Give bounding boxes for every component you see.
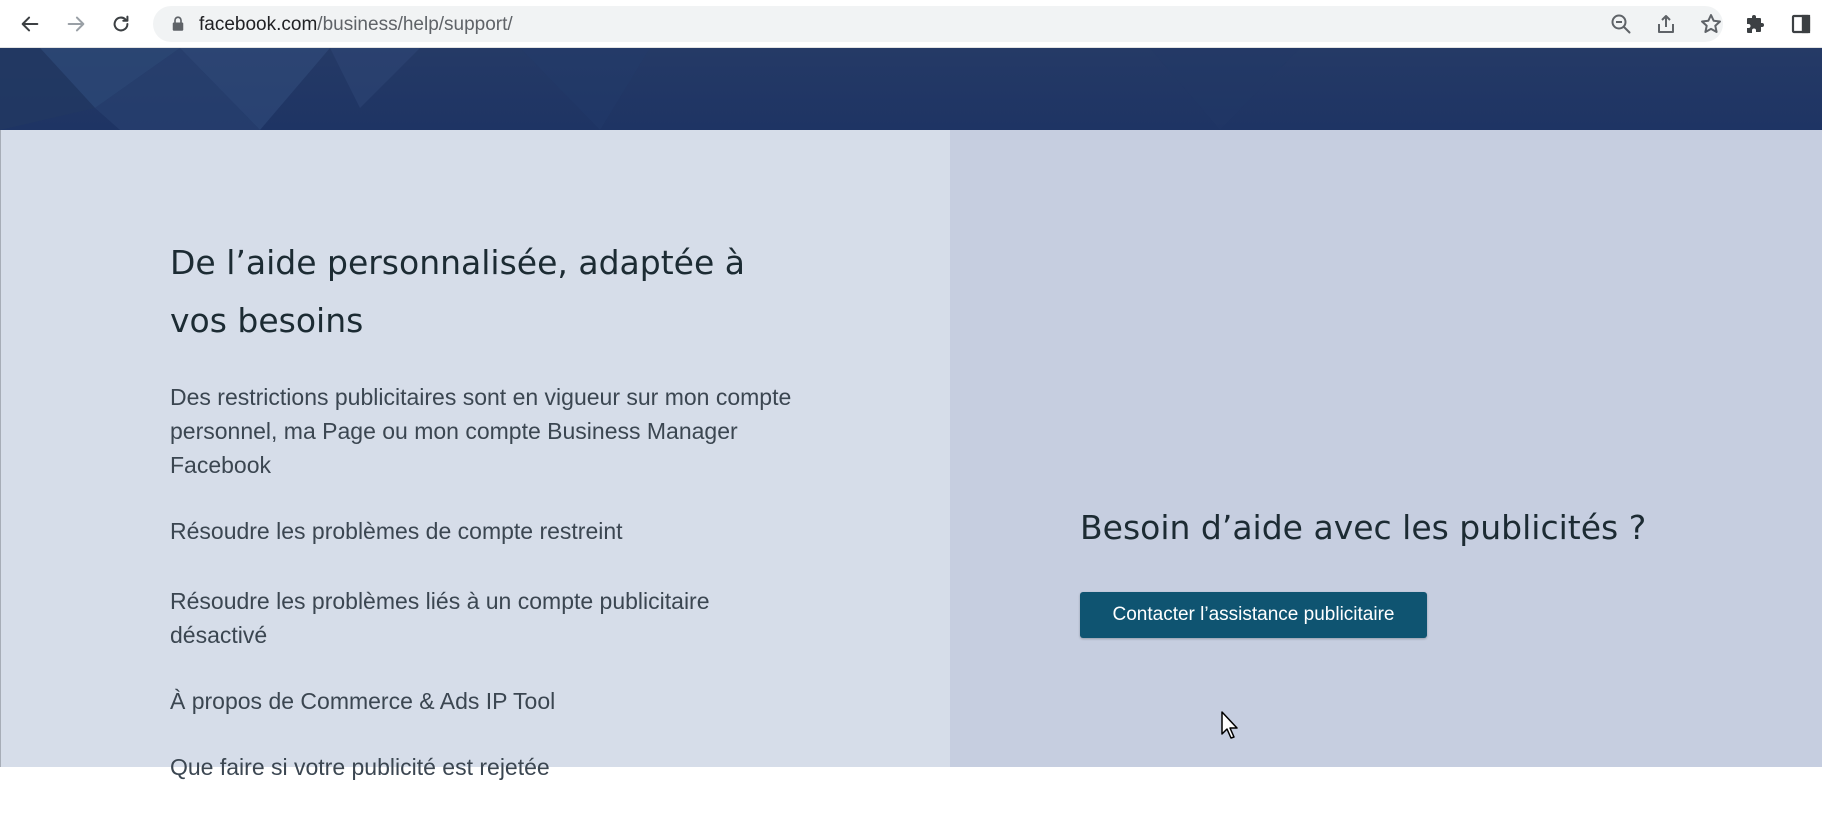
mouse-cursor-icon (1221, 711, 1238, 739)
side-panel-icon[interactable] (1789, 12, 1813, 36)
help-topic-link[interactable]: Résoudre les problèmes liés à un compte … (170, 584, 810, 652)
reload-button[interactable] (105, 8, 137, 40)
url-text: facebook.com/business/help/support/ (199, 14, 513, 36)
hero-banner (0, 48, 1822, 130)
arrow-right-icon (67, 16, 85, 32)
help-topic-link[interactable]: Des restrictions publicitaires sont en v… (170, 380, 810, 482)
zoom-out-icon[interactable] (1609, 12, 1633, 36)
forward-button[interactable] (60, 8, 92, 40)
browser-toolbar: facebook.com/business/help/support/ (0, 0, 1822, 48)
ads-support-panel: Besoin d’aide avec les publicités ? Cont… (950, 130, 1822, 767)
help-topic-link[interactable]: Résoudre les problèmes de compte restrei… (170, 514, 810, 548)
arrow-left-icon (21, 16, 39, 32)
polygon-pattern (0, 48, 1300, 130)
star-icon[interactable] (1699, 12, 1723, 36)
help-topic-link[interactable]: À propos de Commerce & Ads IP Tool (170, 684, 810, 718)
share-icon[interactable] (1654, 12, 1678, 36)
puzzle-icon[interactable] (1744, 12, 1768, 36)
lock-icon (172, 16, 184, 31)
reload-icon (113, 15, 129, 32)
ads-help-heading: Besoin d’aide avec les publicités ? (1080, 508, 1647, 547)
help-topic-link[interactable]: Que faire si votre publicité est rejetée (170, 750, 810, 784)
help-heading: De l’aide personnalisée, adaptée à vos b… (170, 243, 745, 340)
contact-ads-support-button[interactable]: Contacter l’assistance publicitaire (1080, 592, 1427, 638)
address-bar[interactable]: facebook.com/business/help/support/ (153, 6, 1723, 42)
url-path: /business/help/support/ (317, 14, 513, 35)
back-button[interactable] (14, 8, 46, 40)
help-topics-panel: De l’aide personnalisée, adaptée à vos b… (0, 130, 950, 780)
help-topic-list: Des restrictions publicitaires sont en v… (170, 380, 810, 816)
url-host: facebook.com (199, 14, 318, 35)
